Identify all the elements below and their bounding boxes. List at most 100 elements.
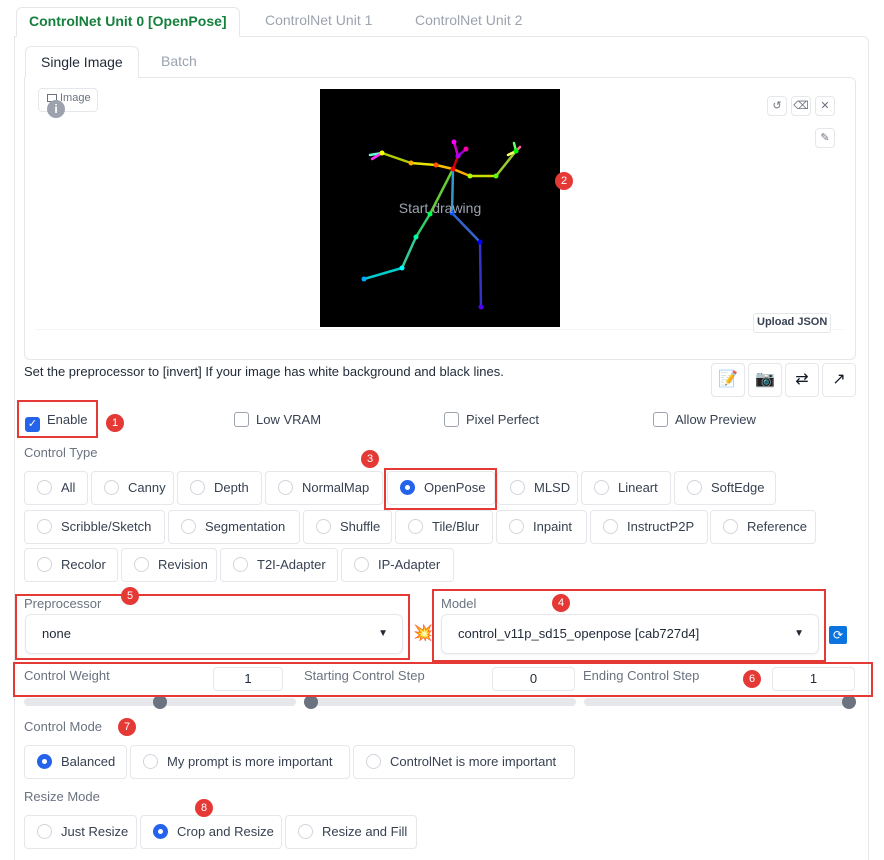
allow-preview-checkbox[interactable]: Allow Preview [653,412,756,430]
radio-dot [134,557,149,572]
model-label: Model [441,596,477,611]
control-type-label: Control Type [24,445,98,460]
refresh-icon[interactable]: ⟳ [829,626,847,644]
preprocessor-hint: Set the preprocessor to [invert] If your… [24,364,504,379]
close-icon[interactable]: ✕ [815,96,835,116]
control-type-inpaint[interactable]: Inpaint [496,510,587,544]
radio-dot [37,480,52,495]
annotation-marker-8: 8 [195,799,213,817]
radio-dot [278,480,293,495]
annotation-marker-4: 4 [552,594,570,612]
radio-dot [723,519,738,534]
control-type-openpose[interactable]: OpenPose [387,471,495,505]
control-type-all[interactable]: All [24,471,88,505]
brush-icon[interactable]: ✎ [815,128,835,148]
control-type-revision[interactable]: Revision [121,548,217,582]
model-dropdown[interactable]: control_v11p_sd15_openpose [cab727d4] ▼ [441,614,819,654]
tab-single-image[interactable]: Single Image [25,46,139,78]
annotation-marker-7: 7 [118,718,136,736]
starting-step-thumb[interactable] [304,695,318,709]
radio-dot [298,824,313,839]
preprocessor-label: Preprocessor [24,596,102,611]
control-mode-controlnet-important[interactable]: ControlNet is more important [353,745,575,779]
camera-icon[interactable]: 📷 [748,363,782,397]
resize-mode-resize-and-fill[interactable]: Resize and Fill [285,815,417,849]
info-icon[interactable]: i [47,100,65,118]
control-mode-balanced[interactable]: Balanced [24,745,127,779]
control-type-shuffle[interactable]: Shuffle [303,510,392,544]
control-type-segmentation[interactable]: Segmentation [168,510,300,544]
control-type-reference[interactable]: Reference [710,510,816,544]
annotation-marker-2: 2 [555,172,573,190]
starting-step-input[interactable]: 0 [492,667,575,691]
radio-dot [190,480,205,495]
radio-dot [354,557,369,572]
tab-unit-1[interactable]: ControlNet Unit 1 [253,7,384,37]
starting-step-slider[interactable] [304,698,576,706]
ending-step-thumb[interactable] [842,695,856,709]
control-weight-label: Control Weight [24,668,110,683]
radio-dot [233,557,248,572]
tab-batch[interactable]: Batch [146,46,212,78]
control-type-scribble[interactable]: Scribble/Sketch [24,510,165,544]
control-mode-prompt-important[interactable]: My prompt is more important [130,745,350,779]
checkbox-box [444,412,459,427]
edit-notes-icon[interactable]: 📝 [711,363,745,397]
checkbox-box [653,412,668,427]
control-type-instructp2p[interactable]: InstructP2P [590,510,708,544]
send-dimensions-icon[interactable]: ↗ [822,363,856,397]
preprocessor-dropdown[interactable]: none ▼ [25,614,403,654]
control-type-tile-blur[interactable]: Tile/Blur [395,510,493,544]
radio-dot [181,519,196,534]
control-type-ip-adapter[interactable]: IP-Adapter [341,548,454,582]
control-type-t2i-adapter[interactable]: T2I-Adapter [220,548,338,582]
control-type-softedge[interactable]: SoftEdge [674,471,776,505]
checkmark-icon: ✓ [25,417,40,432]
radio-dot [37,519,52,534]
eraser-icon[interactable]: ⌫ [791,96,811,116]
tab-unit-2[interactable]: ControlNet Unit 2 [403,7,534,37]
radio-dot [316,519,331,534]
starting-step-label: Starting Control Step [304,668,425,683]
annotation-marker-1: 1 [106,414,124,432]
checkbox-box [234,412,249,427]
control-type-lineart[interactable]: Lineart [581,471,671,505]
radio-dot [408,519,423,534]
ending-step-input[interactable]: 1 [772,667,855,691]
radio-dot [510,480,525,495]
control-weight-thumb[interactable] [153,695,167,709]
low-vram-checkbox[interactable]: Low VRAM [234,412,321,430]
radio-dot [603,519,618,534]
resize-mode-crop-and-resize[interactable]: Crop and Resize [140,815,282,849]
radio-dot [104,480,119,495]
canvas-placeholder: Start drawing [398,200,482,216]
tab-unit-0[interactable]: ControlNet Unit 0 [OpenPose] [16,7,240,37]
ending-step-slider[interactable] [584,698,856,706]
radio-dot [366,754,381,769]
upload-json-button[interactable]: Upload JSON [753,313,832,333]
control-type-normalmap[interactable]: NormalMap [265,471,383,505]
control-type-recolor[interactable]: Recolor [24,548,118,582]
annotation-marker-5: 5 [121,587,139,605]
control-type-mlsd[interactable]: MLSD [497,471,578,505]
pose-canvas[interactable]: Start drawing [320,89,560,327]
run-preprocessor-icon[interactable]: 💥 [413,625,433,643]
radio-dot [143,754,158,769]
resize-mode-label: Resize Mode [24,789,100,804]
pixel-perfect-checkbox[interactable]: Pixel Perfect [444,412,539,430]
chevron-down-icon: ▼ [378,628,388,639]
control-weight-input[interactable]: 1 [213,667,283,691]
undo-icon[interactable]: ↺ [767,96,787,116]
radio-dot [509,519,524,534]
radio-dot-selected [400,480,415,495]
radio-dot [37,557,52,572]
swap-icon[interactable]: ⇄ [785,363,819,397]
annotation-marker-3: 3 [361,450,379,468]
resize-mode-just-resize[interactable]: Just Resize [24,815,137,849]
ending-step-label: Ending Control Step [583,668,700,683]
control-type-depth[interactable]: Depth [177,471,262,505]
enable-checkbox[interactable]: ✓ Enable [25,412,87,432]
radio-dot [594,480,609,495]
radio-dot [37,824,52,839]
control-type-canny[interactable]: Canny [91,471,174,505]
